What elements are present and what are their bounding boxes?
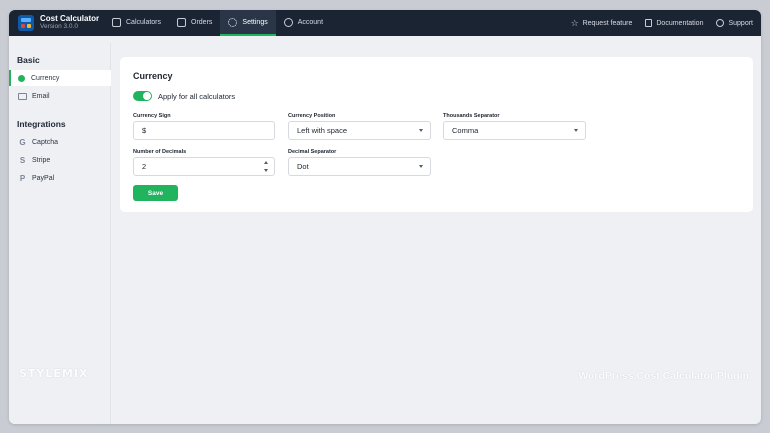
documentation-label: Documentation xyxy=(656,19,704,27)
save-button[interactable]: Save xyxy=(133,185,178,201)
chevron-down-icon[interactable] xyxy=(264,169,268,172)
support-link[interactable]: Support xyxy=(716,19,753,27)
google-icon: G xyxy=(19,137,26,147)
currency-sign-input[interactable]: $ xyxy=(133,121,275,140)
main-nav: Calculators Orders Settings Account xyxy=(104,10,331,36)
sidebar-item-label: PayPal xyxy=(32,174,55,182)
chevron-down-icon xyxy=(574,129,578,132)
cost-calculator-logo-icon xyxy=(18,15,34,31)
coins-icon xyxy=(18,74,25,82)
paypal-icon: P xyxy=(19,173,26,183)
sidebar-item-email[interactable]: Email xyxy=(9,88,111,104)
decimal-separator-label: Decimal Separator xyxy=(288,149,337,155)
currency-sign-value: $ xyxy=(142,126,147,135)
documentation-link[interactable]: Documentation xyxy=(645,19,703,27)
nav-settings[interactable]: Settings xyxy=(220,10,276,36)
apply-all-row: Apply for all calculators xyxy=(133,91,235,101)
decimals-value: 2 xyxy=(142,162,147,171)
brand-text: Cost Calculator Version 3.0.0 xyxy=(40,15,99,31)
sidebar-item-stripe[interactable]: S Stripe xyxy=(9,152,111,168)
apply-all-toggle[interactable] xyxy=(133,91,152,101)
plugin-watermark: WordPress Cost Calculator Plugin xyxy=(578,370,749,382)
currency-settings-card: Currency Apply for all calculators Curre… xyxy=(120,57,753,212)
decimals-label: Number of Decimals xyxy=(133,149,187,155)
app-window: Cost Calculator Version 3.0.0 Calculator… xyxy=(9,10,761,424)
sidebar-item-label: Stripe xyxy=(32,156,51,164)
orders-icon xyxy=(177,17,187,27)
decimal-separator-select[interactable]: Dot xyxy=(288,157,431,176)
currency-position-value: Left with space xyxy=(297,126,348,135)
thousands-separator-select[interactable]: Comma xyxy=(443,121,586,140)
chevron-down-icon xyxy=(419,129,423,132)
account-icon xyxy=(283,17,293,27)
currency-sign-label: Currency Sign xyxy=(133,113,171,119)
stepper-arrows[interactable] xyxy=(264,160,270,173)
chevron-up-icon[interactable] xyxy=(264,161,268,164)
gear-icon xyxy=(228,17,238,27)
currency-position-select[interactable]: Left with space xyxy=(288,121,431,140)
currency-position-label: Currency Position xyxy=(288,113,336,119)
stripe-icon: S xyxy=(19,155,26,165)
section-title: Currency xyxy=(133,71,173,81)
sidebar-item-label: Currency xyxy=(31,74,60,82)
decimal-separator-value: Dot xyxy=(297,162,309,171)
decimals-stepper[interactable]: 2 xyxy=(133,157,275,176)
thousands-separator-label: Thousands Separator xyxy=(443,113,500,119)
sidebar-item-label: Captcha xyxy=(32,138,59,146)
stylemix-logo: STYLEMIX xyxy=(19,367,89,380)
sidebar-item-currency[interactable]: Currency xyxy=(9,70,111,86)
request-feature-link[interactable]: ☆ Request feature xyxy=(570,18,633,28)
sidebar-heading-basic: Basic xyxy=(17,55,40,65)
chevron-down-icon xyxy=(419,165,423,168)
support-label: Support xyxy=(728,19,753,27)
document-icon xyxy=(645,19,653,27)
globe-icon xyxy=(716,19,725,27)
nav-calculators[interactable]: Calculators xyxy=(104,10,169,36)
thousands-separator-value: Comma xyxy=(452,126,479,135)
nav-orders-label: Orders xyxy=(191,18,213,26)
request-feature-label: Request feature xyxy=(582,19,633,27)
nav-account-label: Account xyxy=(297,18,324,26)
apply-all-label: Apply for all calculators xyxy=(158,91,236,101)
sidebar-item-paypal[interactable]: P PayPal xyxy=(9,170,111,186)
sidebar-heading-integrations: Integrations xyxy=(17,119,66,129)
mail-icon xyxy=(18,92,27,100)
help-nav: ☆ Request feature Documentation Support xyxy=(558,10,761,36)
nav-orders[interactable]: Orders xyxy=(169,10,220,36)
app-title: Cost Calculator xyxy=(40,14,100,24)
app-version: Version 3.0.0 xyxy=(40,23,78,31)
nav-calculators-label: Calculators xyxy=(126,18,162,26)
nav-account[interactable]: Account xyxy=(276,10,331,36)
nav-settings-label: Settings xyxy=(242,18,268,26)
star-icon: ☆ xyxy=(570,18,579,28)
sidebar-item-captcha[interactable]: G Captcha xyxy=(9,134,111,150)
calculator-icon xyxy=(112,17,121,27)
sidebar-item-label: Email xyxy=(32,92,50,100)
brand[interactable]: Cost Calculator Version 3.0.0 xyxy=(9,10,104,36)
top-bar: Cost Calculator Version 3.0.0 Calculator… xyxy=(9,10,761,36)
